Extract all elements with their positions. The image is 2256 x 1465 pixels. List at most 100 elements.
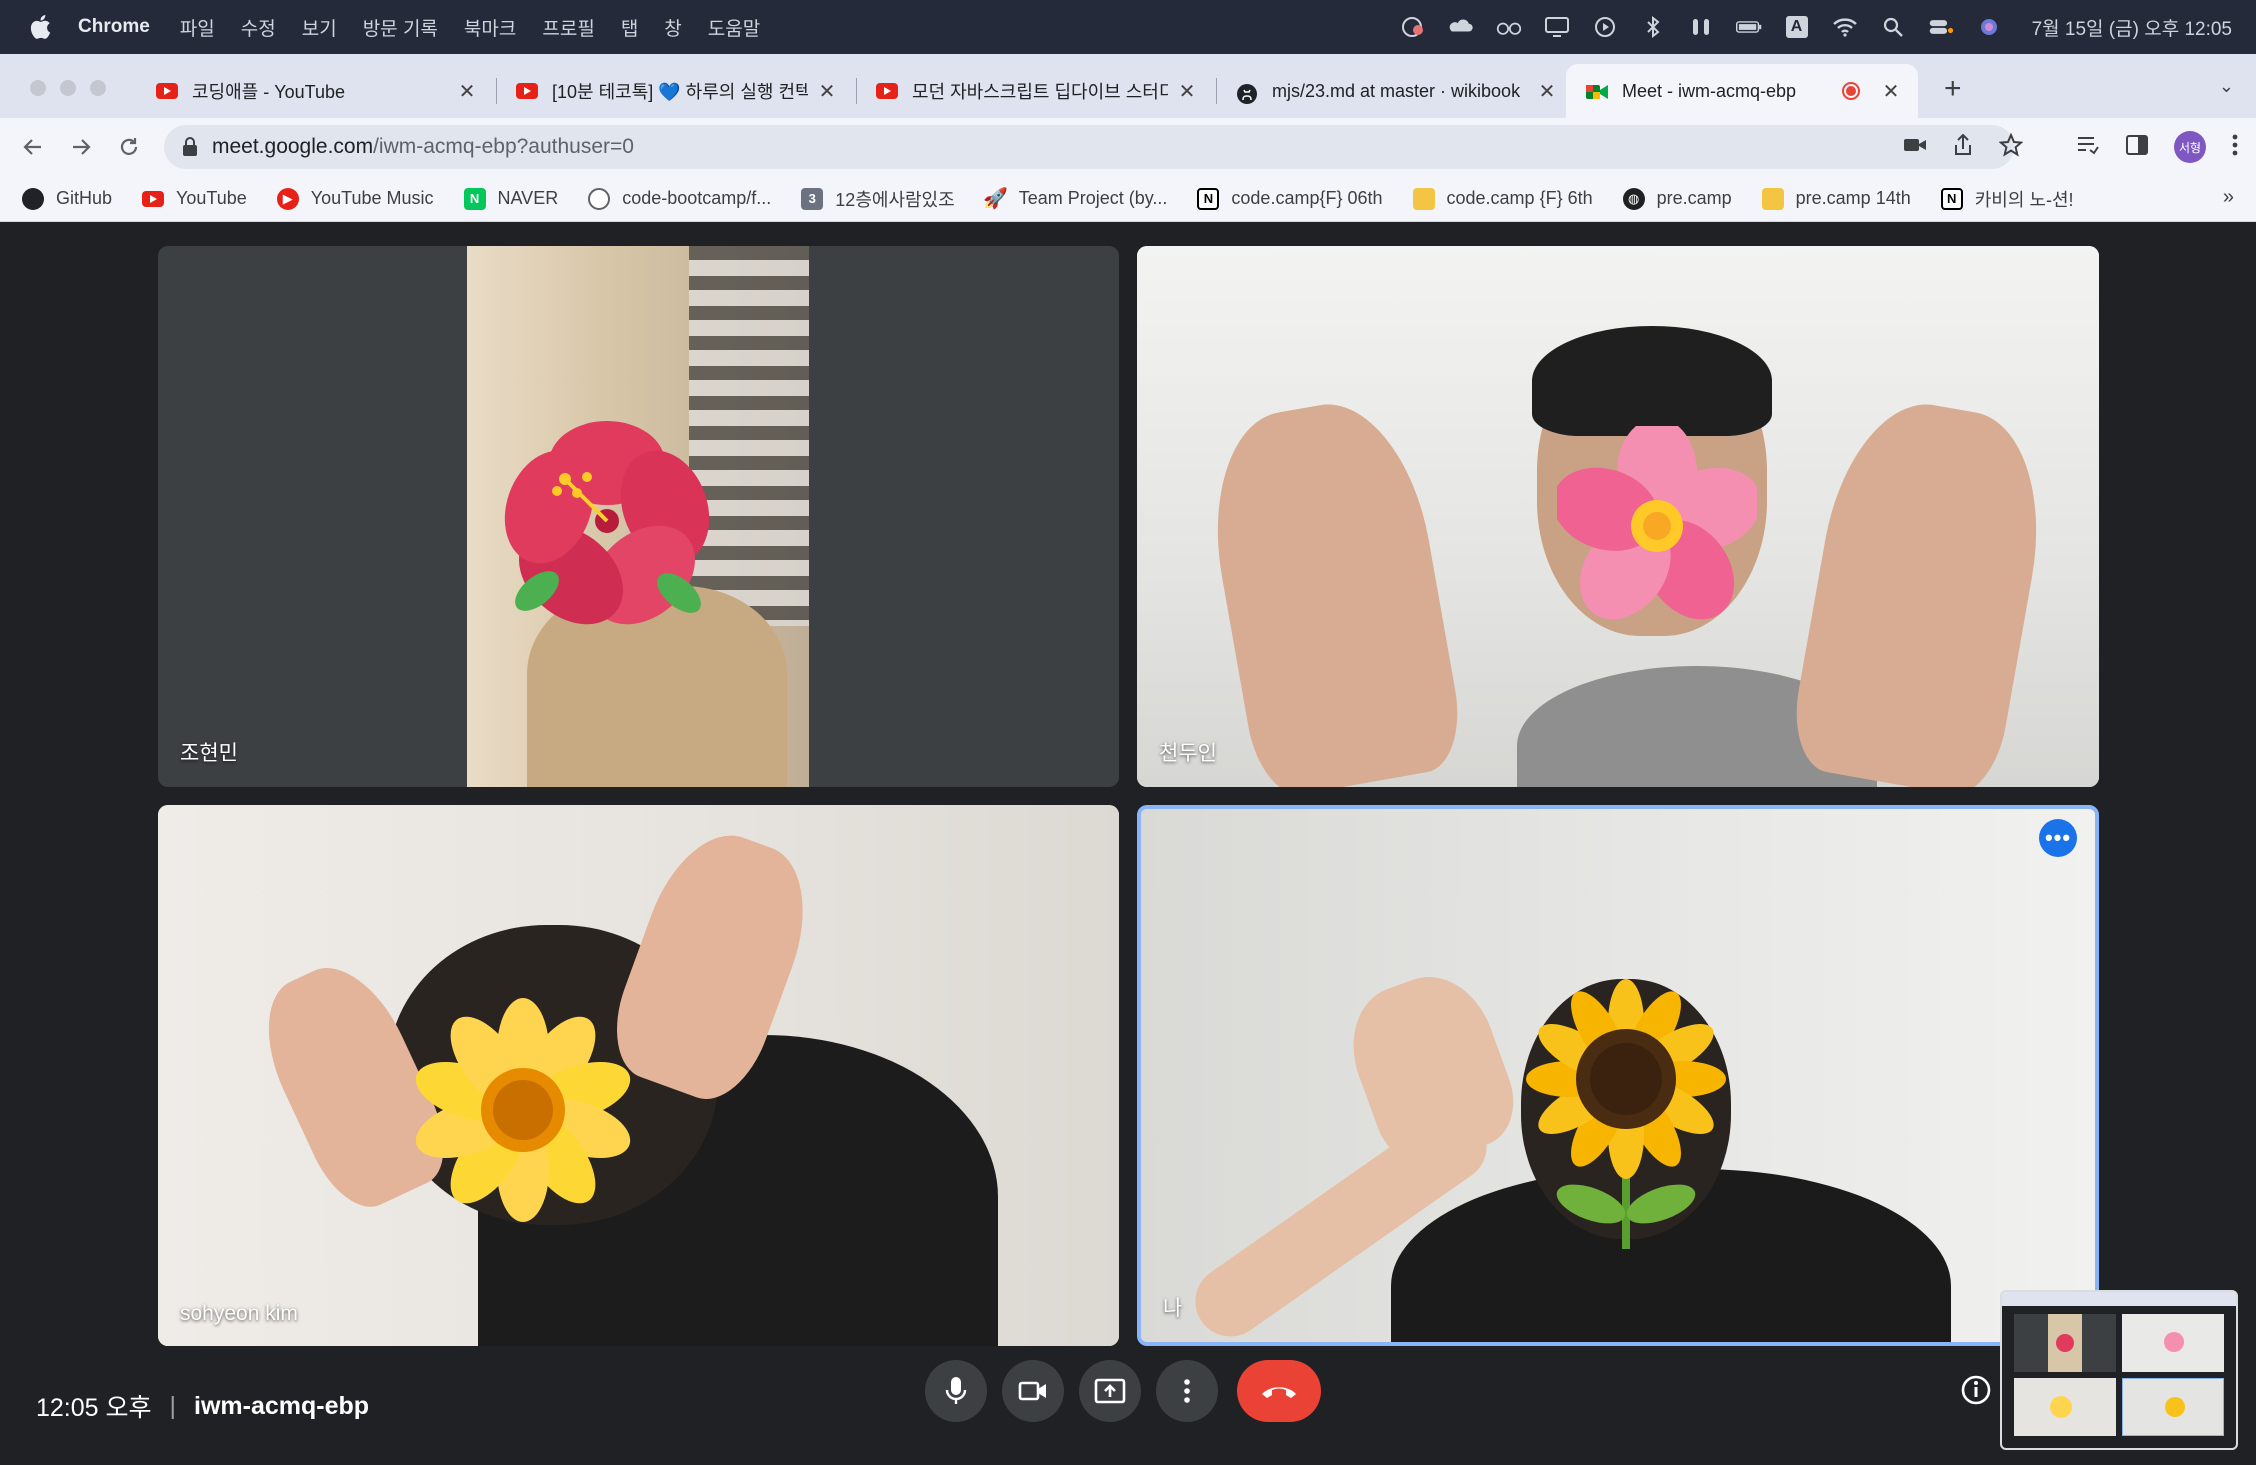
- menu-window[interactable]: 창: [664, 14, 681, 41]
- menu-profiles[interactable]: 프로필: [542, 14, 594, 41]
- wifi-icon[interactable]: [1832, 16, 1858, 38]
- tab-meet-active[interactable]: Meet - iwm-acmq-ebp ✕: [1566, 64, 1918, 118]
- camera-button[interactable]: [1002, 1360, 1064, 1422]
- lock-icon[interactable]: [182, 137, 198, 157]
- menu-tab[interactable]: 탭: [621, 14, 638, 41]
- github-icon: [1236, 83, 1258, 104]
- profile-avatar[interactable]: 서형: [2174, 131, 2206, 163]
- bookmark-label: GitHub: [56, 188, 113, 208]
- recording-indicator-icon: [1842, 82, 1860, 100]
- reading-list-icon[interactable]: [2076, 135, 2100, 160]
- bookmark-label: pre.camp 14th: [1795, 188, 1911, 208]
- bookmark-label: YouTube: [176, 188, 247, 208]
- tab-modern-js-study[interactable]: 모던 자바스크립트 딥다이브 스터디 # ✕: [856, 64, 1214, 118]
- meet-stage: 조현민 천두인 sohyeon kim ••• 나 12:05 오후 | iwm…: [0, 222, 2256, 1465]
- menu-bar-clock[interactable]: 7월 15일 (금) 오후 12:05: [2032, 14, 2232, 41]
- menu-file[interactable]: 파일: [180, 14, 215, 41]
- screen-capture-thumbnail[interactable]: [2000, 1290, 2238, 1450]
- back-button[interactable]: [18, 132, 48, 162]
- bookmark-github[interactable]: GitHub: [22, 187, 113, 210]
- cloud-icon[interactable]: [1448, 16, 1474, 38]
- bookmark-precamp[interactable]: ◍ pre.camp: [1622, 187, 1732, 210]
- app-menu-chrome[interactable]: Chrome: [78, 16, 150, 38]
- browser-toolbar: meet.google.com/iwm-acmq-ebp?authuser=0 …: [0, 118, 2256, 176]
- share-icon[interactable]: [1953, 133, 1973, 161]
- tab-codingapple[interactable]: 코딩애플 - YouTube ✕: [136, 64, 494, 118]
- meeting-details-info-icon[interactable]: [1960, 1374, 1992, 1406]
- menu-bookmarks[interactable]: 북마크: [464, 14, 516, 41]
- tab-close-icon[interactable]: ✕: [1538, 79, 1556, 104]
- menu-view[interactable]: 보기: [302, 14, 337, 41]
- tab-close-icon[interactable]: ✕: [818, 79, 836, 104]
- chrome-menu-icon[interactable]: [2232, 134, 2238, 161]
- folder-icon: [1412, 187, 1435, 210]
- bookmark-precamp-14th[interactable]: pre.camp 14th: [1761, 187, 1911, 210]
- bookmark-codecamp-06th[interactable]: Ncode.camp{F} 06th: [1197, 187, 1383, 210]
- participant-tile[interactable]: 천두인: [1137, 246, 2099, 787]
- more-options-button[interactable]: [1156, 1360, 1218, 1422]
- reload-button[interactable]: [114, 132, 144, 162]
- spotlight-icon[interactable]: [1880, 16, 1906, 38]
- glasses-icon[interactable]: [1496, 16, 1522, 38]
- control-center-icon[interactable]: [1928, 16, 1954, 38]
- battery-icon[interactable]: [1735, 16, 1762, 38]
- bookmark-label: pre.camp: [1656, 188, 1732, 208]
- present-screen-button[interactable]: [1079, 1360, 1141, 1422]
- window-minimize-button[interactable]: [60, 80, 76, 96]
- airpods-icon[interactable]: [1688, 16, 1714, 38]
- new-tab-button[interactable]: +: [1944, 74, 1962, 104]
- bookmark-star-icon[interactable]: [1998, 131, 2024, 162]
- apple-logo-icon[interactable]: [28, 14, 52, 40]
- notion-icon: N: [1197, 187, 1220, 210]
- participant-name: 나: [1163, 1297, 1183, 1320]
- tab-close-icon[interactable]: ✕: [1882, 79, 1900, 104]
- tab-tecotalk[interactable]: [10분 테코톡] 💙 하루의 실행 컨텍스트 ✕: [496, 64, 854, 118]
- siri-icon[interactable]: [1976, 16, 2002, 38]
- bookmark-naver[interactable]: N NAVER: [463, 187, 558, 210]
- thumbnail-tile: [2122, 1314, 2224, 1372]
- bookmark-kabi-notion[interactable]: N 카비의 노-션!: [1940, 186, 2074, 212]
- microphone-button[interactable]: [925, 1360, 987, 1422]
- screen-record-icon[interactable]: [1400, 16, 1426, 38]
- bookmark-code-bootcamp[interactable]: code-bootcamp/f...: [588, 187, 772, 210]
- participant-video: [158, 805, 1119, 1346]
- tab-title: mjs/23.md at master · wikibook: [1272, 80, 1521, 101]
- menu-history[interactable]: 방문 기록: [363, 14, 438, 41]
- window-close-button[interactable]: [30, 80, 46, 96]
- address-bar[interactable]: meet.google.com/iwm-acmq-ebp?authuser=0: [164, 125, 2014, 169]
- tile-more-options-button[interactable]: •••: [2039, 819, 2077, 857]
- youtube-icon: [516, 83, 538, 99]
- rocket-icon: 🚀: [983, 188, 1009, 210]
- participant-tile-self[interactable]: ••• 나: [1137, 805, 2099, 1346]
- camera-in-use-icon[interactable]: [1903, 136, 1927, 159]
- bookmark-team-project[interactable]: 🚀 Team Project (by...: [983, 188, 1167, 210]
- bookmark-label: code-bootcamp/f...: [622, 188, 772, 208]
- participant-tile[interactable]: sohyeon kim: [158, 805, 1119, 1346]
- play-icon[interactable]: [1592, 16, 1618, 38]
- participant-name: 천두인: [1159, 742, 1217, 765]
- display-icon[interactable]: [1544, 16, 1570, 38]
- menu-help[interactable]: 도움말: [708, 14, 760, 41]
- tab-search-chevron-icon[interactable]: ⌄: [2219, 76, 2234, 97]
- tab-github-mjs[interactable]: mjs/23.md at master · wikibook ✕: [1216, 64, 1574, 118]
- bluetooth-icon[interactable]: [1640, 16, 1666, 38]
- tab-title: 코딩애플 - YouTube: [192, 82, 345, 102]
- participant-hair: [1532, 326, 1772, 436]
- github-icon: [588, 187, 611, 210]
- participant-tile[interactable]: 조현민: [158, 246, 1119, 787]
- side-panel-icon[interactable]: [2126, 134, 2148, 160]
- tab-close-icon[interactable]: ✕: [1178, 79, 1196, 104]
- menu-edit[interactable]: 수정: [241, 14, 276, 41]
- bookmarks-overflow-icon[interactable]: »: [2223, 186, 2234, 209]
- naver-icon: N: [463, 187, 486, 210]
- input-source-icon[interactable]: A: [1784, 16, 1810, 38]
- hang-up-button[interactable]: [1237, 1360, 1321, 1422]
- forward-button[interactable]: [66, 132, 96, 162]
- bookmark-12floor[interactable]: 3 12층에사람있조: [801, 186, 955, 212]
- bookmark-youtube[interactable]: YouTube: [142, 188, 247, 209]
- bookmark-codecamp-6th[interactable]: code.camp {F} 6th: [1412, 187, 1593, 210]
- window-zoom-button[interactable]: [90, 80, 106, 96]
- tab-close-icon[interactable]: ✕: [458, 79, 476, 104]
- bookmark-youtube-music[interactable]: ▶ YouTube Music: [276, 187, 434, 210]
- thumbnail-browser-bar: [2002, 1292, 2236, 1306]
